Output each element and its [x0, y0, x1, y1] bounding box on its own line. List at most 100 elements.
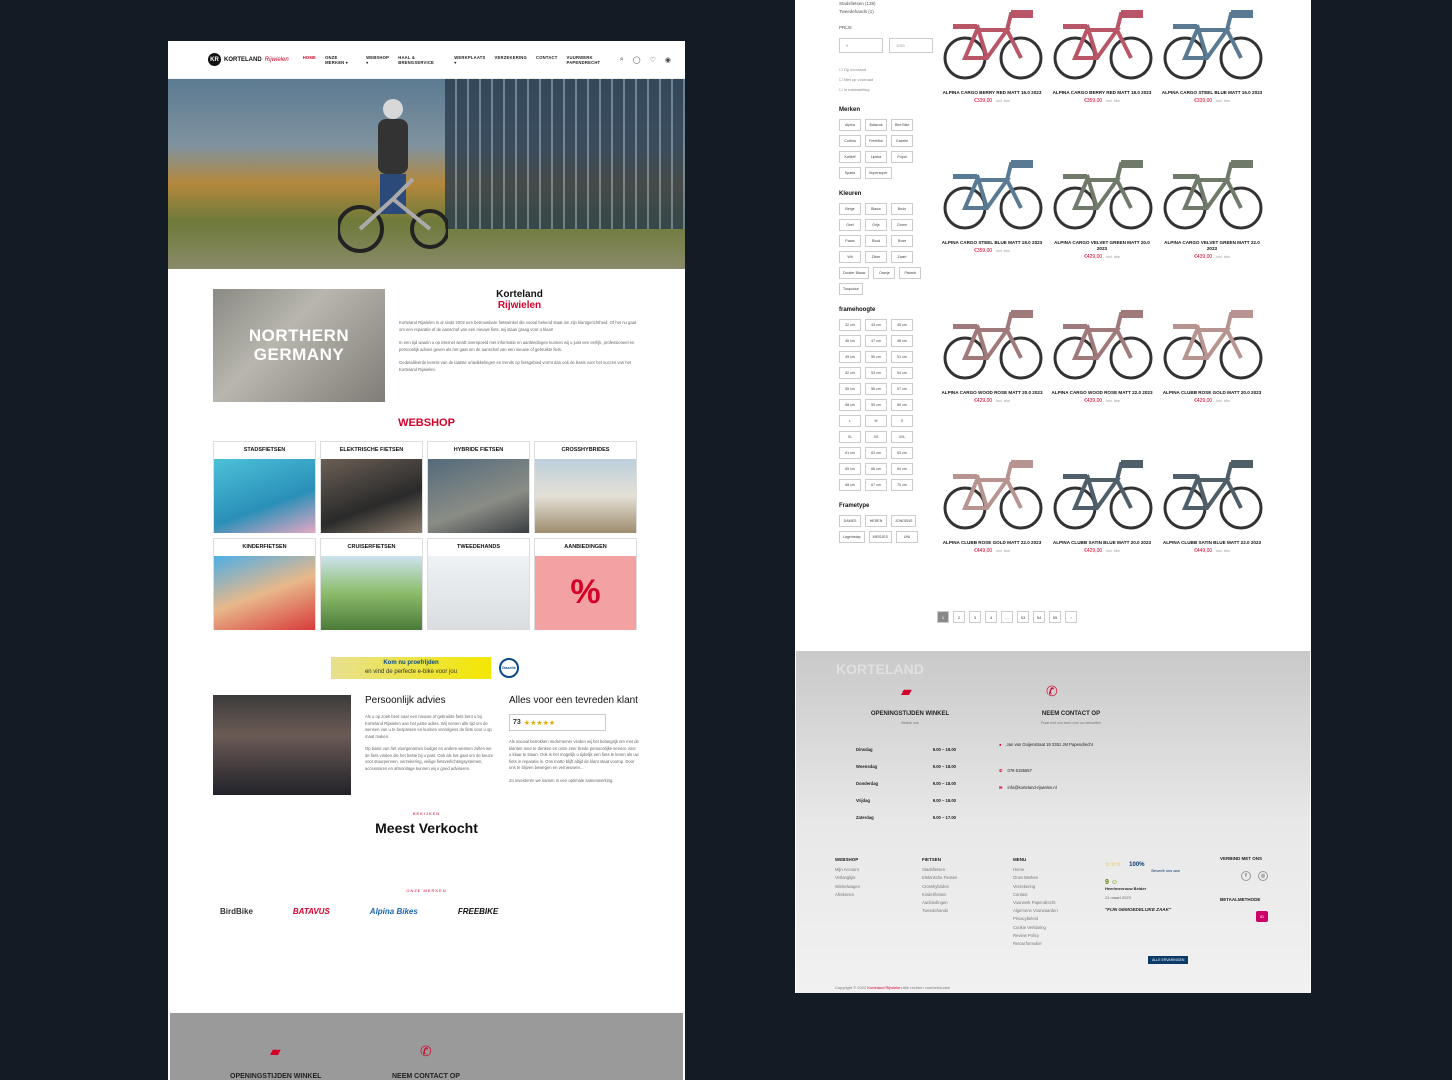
kleur-chip[interactable]: Grijs: [865, 219, 887, 231]
framehoogte-chip[interactable]: 62 cm: [865, 447, 887, 459]
merk-chip[interactable]: Lipeka: [865, 151, 887, 163]
product-card[interactable]: ALPINA CARGO VELVET GREEN MATT 22.0 2023…: [1157, 150, 1267, 274]
category-tile[interactable]: HYBRIDE FIETSEN: [427, 441, 530, 533]
merk-chip[interactable]: Kaltloff: [839, 151, 861, 163]
framehoogte-chip[interactable]: 52 cm: [839, 367, 861, 379]
frametype-chip[interactable]: HEREN: [865, 515, 887, 527]
category-tile[interactable]: CROSSHYBRIDES: [534, 441, 637, 533]
product-name[interactable]: ALPINA CARGO VELVET GREEN MATT 22.0 2023: [1157, 240, 1267, 252]
framehoogte-chip[interactable]: XS: [865, 431, 887, 443]
framehoogte-chip[interactable]: 65 cm: [839, 463, 861, 475]
nav-haal-brengservice[interactable]: HAAL & BRENGSERVICE: [398, 55, 445, 65]
footer-link[interactable]: Mijn Account: [835, 866, 860, 874]
framehoogte-chip[interactable]: 43 cm: [865, 319, 887, 331]
framehoogte-chip[interactable]: 64 cm: [891, 463, 913, 475]
product-card[interactable]: ALPINA CLUBB ROSE GOLD MATT 22.0 2023 €44…: [937, 450, 1047, 574]
footer-link[interactable]: Elektrische Fietsen: [922, 874, 957, 882]
heart-icon[interactable]: ♡: [650, 56, 656, 64]
search-icon[interactable]: ⌕: [620, 56, 624, 64]
site-logo[interactable]: KR KORTELAND Rijwielen: [208, 53, 289, 66]
price-min-input[interactable]: 0: [839, 38, 883, 53]
category-tile[interactable]: CRUISERFIETSEN: [320, 538, 423, 630]
kiyoh-widget[interactable]: ☆☆☆ 100% Beveelt ons aan 9 ☺ Heer/mevrou…: [1105, 861, 1180, 914]
footer-link[interactable]: Verzekering: [1013, 883, 1058, 891]
page-link[interactable]: ›: [1065, 611, 1077, 623]
review-widget[interactable]: 73 ★★★★★: [509, 714, 606, 731]
product-name[interactable]: ALPINA CARGO WOOD ROSE MATT 20.0 2023: [937, 390, 1047, 396]
framehoogte-chip[interactable]: 60 cm: [891, 399, 913, 411]
merk-chip[interactable]: Cortina: [839, 135, 861, 147]
framehoogte-chip[interactable]: 50 cm: [865, 351, 887, 363]
kleur-chip[interactable]: Wit: [839, 251, 861, 263]
merk-chip[interactable]: Alpina: [839, 119, 861, 131]
framehoogte-chip[interactable]: 68 cm: [839, 479, 861, 491]
page-link[interactable]: 53: [1017, 611, 1029, 623]
category-tile[interactable]: STADSFIETSEN: [213, 441, 316, 533]
framehoogte-chip[interactable]: 46 cm: [839, 335, 861, 347]
page-link[interactable]: 4: [985, 611, 997, 623]
footer-link[interactable]: Privacybeleid: [1013, 915, 1058, 923]
product-card[interactable]: ALPINA CARGO STEEL BLUE MATT 16.0 2023 €3…: [1157, 0, 1267, 124]
framehoogte-chip[interactable]: M: [865, 415, 887, 427]
framehoogte-chip[interactable]: L: [839, 415, 861, 427]
filter-option[interactable]: Stadsfietsen (139): [839, 0, 935, 8]
alle-ervaringen-button[interactable]: ALLE ERVARINGEN: [1148, 956, 1189, 964]
kleur-chip[interactable]: Beige: [839, 203, 861, 215]
merk-chip[interactable]: Popal: [891, 151, 913, 163]
footer-link[interactable]: Contact: [1013, 891, 1058, 899]
brand-logo[interactable]: BATAVUS: [293, 907, 330, 916]
footer-link[interactable]: Retourformulier: [1013, 940, 1058, 948]
product-name[interactable]: ALPINA CLUBB SATIN BLUE MATT 20.0 2023: [1047, 540, 1157, 546]
merk-chip[interactable]: Bird Bike: [891, 119, 914, 131]
framehoogte-chip[interactable]: 57 cm: [891, 383, 913, 395]
product-name[interactable]: ALPINA CLUBB ROSE GOLD MATT 22.0 2023: [937, 540, 1047, 546]
framehoogte-chip[interactable]: 56 cm: [865, 383, 887, 395]
product-name[interactable]: ALPINA CLUBB SATIN BLUE MATT 22.0 2023: [1157, 540, 1267, 546]
framehoogte-chip[interactable]: 32 cm: [839, 319, 861, 331]
kleur-chip[interactable]: Pistach: [899, 267, 922, 279]
framehoogte-chip[interactable]: 49 cm: [839, 351, 861, 363]
footer-link[interactable]: Home: [1013, 866, 1058, 874]
frametype-chip[interactable]: MEISJES: [868, 531, 892, 543]
framehoogte-chip[interactable]: 48 cm: [891, 335, 913, 347]
nav-vuurwerk[interactable]: VUURWERK PAPENDRECHT: [567, 55, 620, 65]
footer-link[interactable]: Vuurwerk Papendrecht: [1013, 899, 1058, 907]
page-link[interactable]: …: [1001, 611, 1013, 623]
frametype-chip[interactable]: Lageinstap: [839, 531, 865, 543]
product-name[interactable]: ALPINA CLUBB ROSE GOLD MATT 20.0 2023: [1157, 390, 1267, 396]
product-card[interactable]: ALPINA CLUBB ROSE GOLD MATT 20.0 2023 €42…: [1157, 300, 1267, 424]
product-name[interactable]: ALPINA CARGO BERRY RED MATT 16.0 2023: [937, 90, 1047, 96]
framehoogte-chip[interactable]: 54 cm: [891, 367, 913, 379]
framehoogte-chip[interactable]: 53 cm: [865, 367, 887, 379]
kleur-chip[interactable]: Oranje: [873, 267, 896, 279]
footer-link[interactable]: Verlanglijst: [835, 874, 860, 882]
kleur-chip[interactable]: Blauw: [865, 203, 887, 215]
framehoogte-chip[interactable]: S: [891, 415, 913, 427]
brand-logo[interactable]: FREEBIKE: [458, 907, 498, 916]
footer-link[interactable]: Kinderfietsen: [922, 891, 957, 899]
footer-link[interactable]: Algemene Voorwaarden: [1013, 907, 1058, 915]
nav-webshop[interactable]: WEBSHOP ▾: [366, 55, 389, 65]
phone-row[interactable]: ✆ 078 6155557: [999, 768, 1032, 773]
framehoogte-chip[interactable]: 66 cm: [865, 463, 887, 475]
footer-link[interactable]: Afrekenen: [835, 891, 860, 899]
product-card[interactable]: ALPINA CARGO WOOD ROSE MATT 22.0 2023 €43…: [1047, 300, 1157, 424]
email-row[interactable]: ✉ info@korteland-rijwielen.nl: [999, 785, 1057, 790]
brand-logo[interactable]: BirdBike: [220, 907, 253, 916]
frametype-chip[interactable]: DAMES: [839, 515, 861, 527]
framehoogte-chip[interactable]: 45 cm: [891, 319, 913, 331]
product-card[interactable]: ALPINA CARGO VELVET GREEN MATT 20.0 2023…: [1047, 150, 1157, 274]
category-tile[interactable]: ELEKTRISCHE FIETSEN: [320, 441, 423, 533]
product-card[interactable]: ALPINA CARGO STEEL BLUE MATT 18.0 2023 €3…: [937, 150, 1047, 274]
kleur-chip[interactable]: Bruin: [891, 203, 913, 215]
kleur-chip[interactable]: Groen: [891, 219, 913, 231]
framehoogte-chip[interactable]: XXL: [891, 431, 913, 443]
filter-option[interactable]: Tweedehands (1): [839, 8, 935, 16]
nav-onze-merken[interactable]: ONZE MERKEN ▾: [325, 55, 357, 65]
footer-link[interactable]: Crosshybrides: [922, 883, 957, 891]
product-name[interactable]: ALPINA CARGO STEEL BLUE MATT 18.0 2023: [937, 240, 1047, 246]
nav-verzekering[interactable]: VERZEKERING: [495, 55, 527, 65]
footer-link[interactable]: Stadsfietsen: [922, 866, 957, 874]
product-card[interactable]: ALPINA CARGO WOOD ROSE MATT 20.0 2023 €42…: [937, 300, 1047, 424]
proefrijden-banner[interactable]: Kom nu proefrijden en vind de perfecte e-…: [331, 657, 685, 679]
